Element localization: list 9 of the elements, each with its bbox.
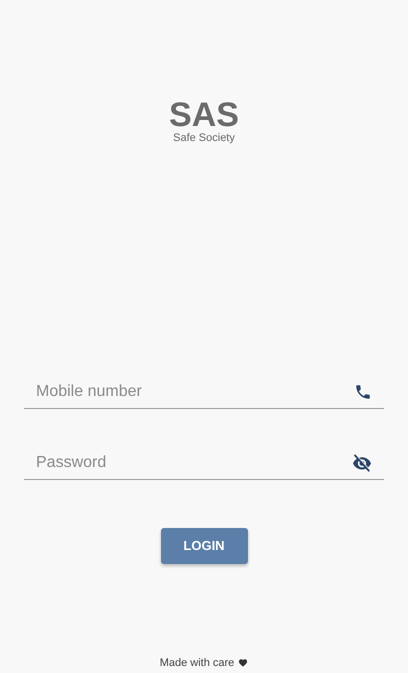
heart-icon [238,658,248,668]
password-field[interactable]: Password [36,451,352,476]
mobile-number-field[interactable]: Mobile number [36,380,354,404]
phone-icon[interactable] [354,383,372,402]
login-button[interactable]: LOGIN [160,528,248,564]
footer-text: Made with care [160,656,234,670]
app-title: SAS [169,98,239,132]
app-subtitle: Safe Society [173,132,235,144]
eye-slash-icon[interactable] [352,454,372,472]
